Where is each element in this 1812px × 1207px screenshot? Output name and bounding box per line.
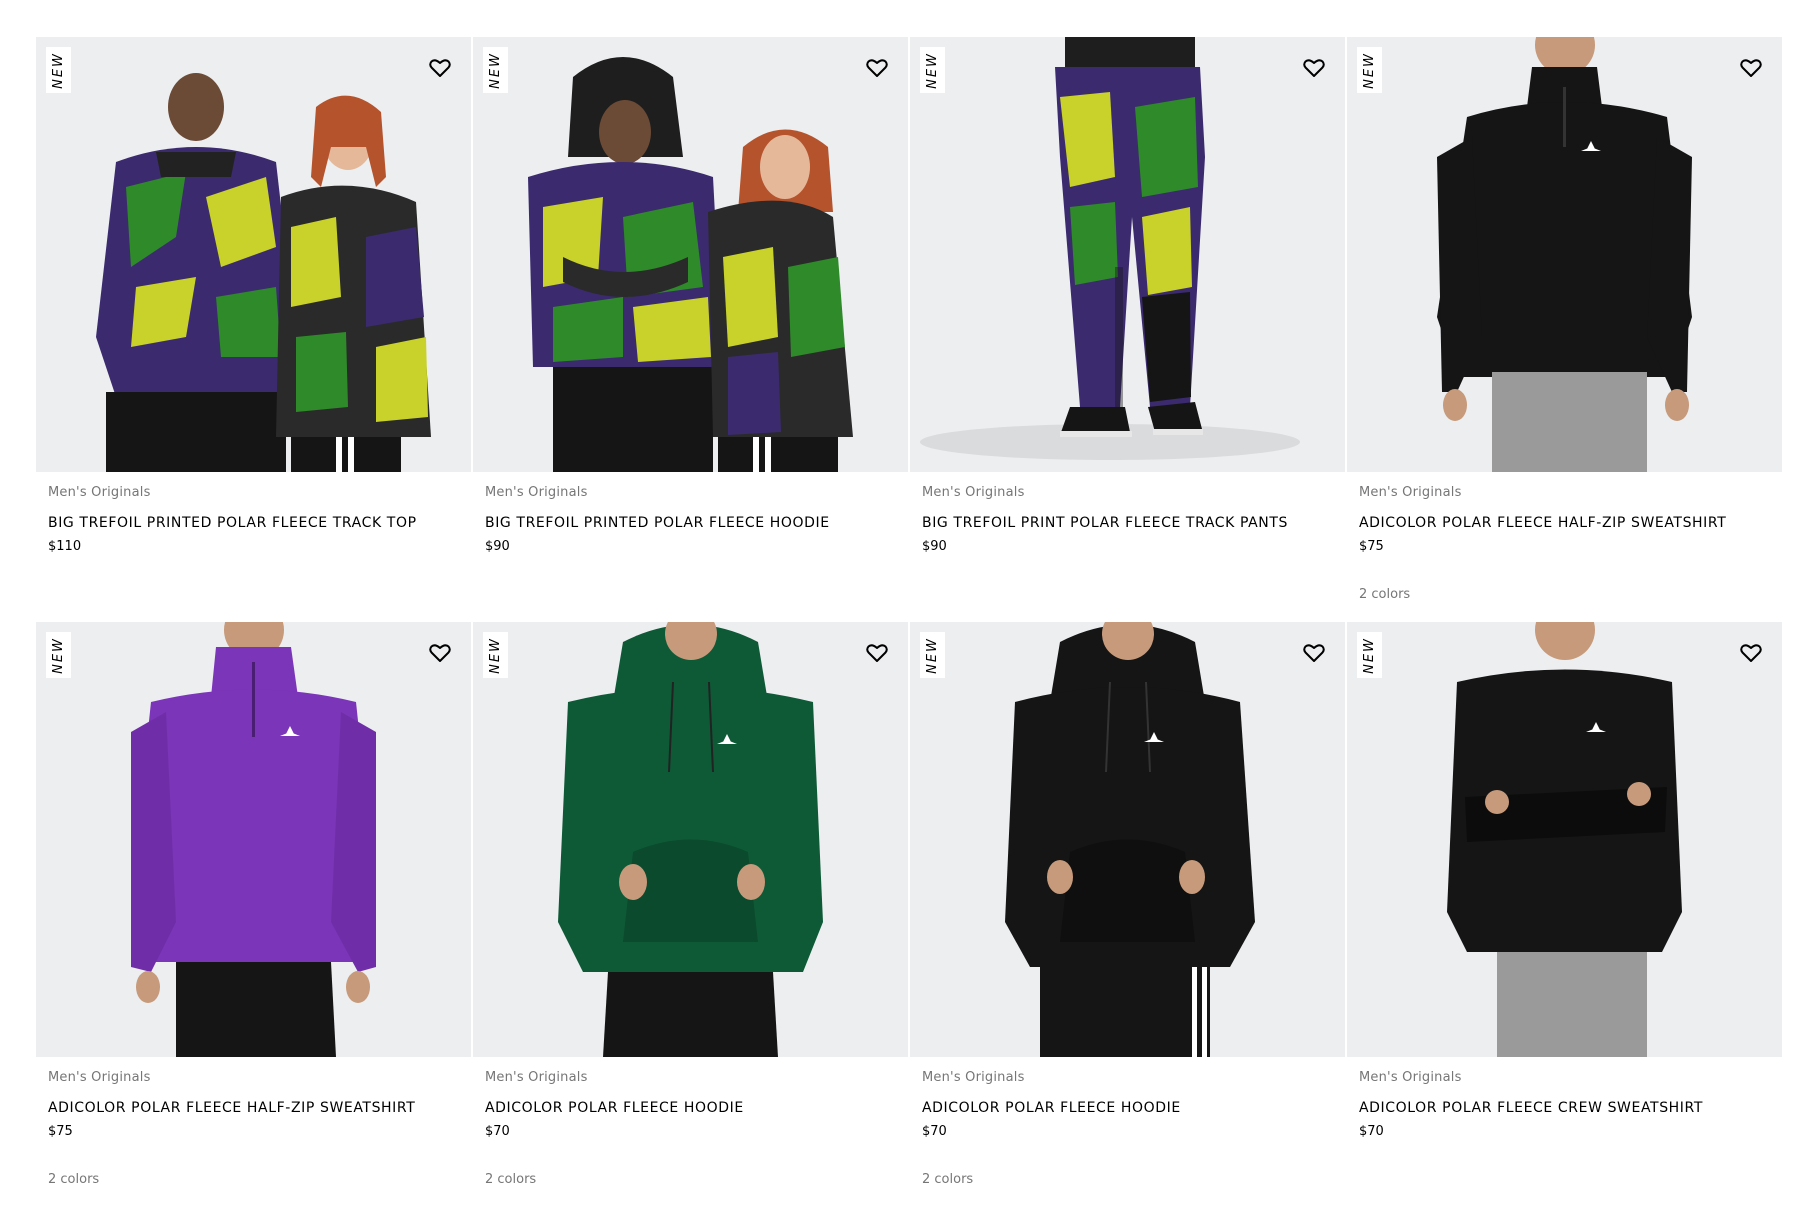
product-colors[interactable]: 2 colors	[485, 1171, 896, 1189]
product-name[interactable]: ADICOLOR POLAR FLEECE HALF-ZIP SWEATSHIR…	[48, 1099, 459, 1117]
product-price: $70	[922, 1124, 947, 1139]
heart-outline-icon	[1303, 59, 1325, 77]
product-category: Men's Originals	[48, 485, 151, 500]
product-info: Men's Originals BIG TREFOIL PRINT POLAR …	[910, 472, 1345, 604]
product-colors[interactable]: 2 colors	[48, 1171, 459, 1189]
product-colors[interactable]: 2 colors	[922, 1171, 1333, 1189]
product-price: $70	[485, 1124, 510, 1139]
heart-outline-icon	[1740, 59, 1762, 77]
product-category: Men's Originals	[1359, 1070, 1462, 1085]
product-price: $110	[48, 539, 82, 554]
product-category: Men's Originals	[922, 485, 1025, 500]
product-card[interactable]: NEW Men's Originals ADICOLOR POLAR FLEEC…	[36, 622, 471, 1207]
product-name[interactable]: BIG TREFOIL PRINT POLAR FLEECE TRACK PAN…	[922, 514, 1333, 532]
product-category: Men's Originals	[1359, 485, 1462, 500]
new-badge: NEW	[1357, 632, 1382, 678]
new-badge: NEW	[1357, 47, 1382, 93]
product-name[interactable]: ADICOLOR POLAR FLEECE HALF-ZIP SWEATSHIR…	[1359, 514, 1770, 532]
product-price: $75	[1359, 539, 1384, 554]
product-photo-hoodie-green	[558, 622, 823, 1057]
product-info: Men's Originals ADICOLOR POLAR FLEECE HO…	[473, 1057, 908, 1189]
product-colors	[485, 586, 896, 604]
product-card[interactable]: NEW Men's Originals ADICOLOR POLAR FLEEC…	[1347, 37, 1782, 622]
product-category: Men's Originals	[485, 485, 588, 500]
product-photo-half-zip-black	[1437, 37, 1692, 472]
wishlist-button[interactable]	[427, 55, 453, 81]
product-price: $75	[48, 1124, 73, 1139]
product-name[interactable]: BIG TREFOIL PRINTED POLAR FLEECE HOODIE	[485, 514, 896, 532]
new-badge: NEW	[46, 632, 71, 678]
product-card[interactable]: NEW Men's Originals BIG TREFOIL PRINT PO…	[910, 37, 1345, 622]
product-card[interactable]: NEW Men's Originals BIG TREFOIL PRINTED …	[473, 37, 908, 622]
new-badge-label: NEW	[925, 51, 941, 89]
product-info: Men's Originals ADICOLOR POLAR FLEECE HO…	[910, 1057, 1345, 1189]
wishlist-button[interactable]	[1738, 640, 1764, 666]
heart-outline-icon	[1303, 644, 1325, 662]
product-info: Men's Originals BIG TREFOIL PRINTED POLA…	[473, 472, 908, 604]
product-name[interactable]: BIG TREFOIL PRINTED POLAR FLEECE TRACK T…	[48, 514, 459, 532]
product-price: $90	[922, 539, 947, 554]
product-info: Men's Originals ADICOLOR POLAR FLEECE HA…	[36, 1057, 471, 1189]
heart-outline-icon	[866, 644, 888, 662]
product-card[interactable]: NEW Men's Originals BIG TREFOIL PRINTED …	[36, 37, 471, 622]
product-colors	[922, 586, 1333, 604]
product-image[interactable]: NEW	[36, 37, 471, 472]
product-colors[interactable]: 2 colors	[1359, 586, 1770, 604]
heart-outline-icon	[866, 59, 888, 77]
product-name[interactable]: ADICOLOR POLAR FLEECE HOODIE	[922, 1099, 1333, 1117]
new-badge-label: NEW	[488, 636, 504, 674]
new-badge: NEW	[920, 632, 945, 678]
heart-outline-icon	[1740, 644, 1762, 662]
product-image[interactable]: NEW	[36, 622, 471, 1057]
product-grid: NEW Men's Originals BIG TREFOIL PRINTED …	[36, 37, 1782, 1207]
new-badge: NEW	[483, 632, 508, 678]
product-photo-half-zip-purple	[131, 622, 376, 1057]
product-image[interactable]: NEW	[1347, 622, 1782, 1057]
product-photo-crew-sweatshirt	[1447, 622, 1682, 1057]
wishlist-button[interactable]	[1738, 55, 1764, 81]
wishlist-button[interactable]	[864, 640, 890, 666]
new-badge-label: NEW	[925, 636, 941, 674]
new-badge: NEW	[46, 47, 71, 93]
new-badge-label: NEW	[1362, 51, 1378, 89]
product-image[interactable]: NEW	[473, 622, 908, 1057]
product-image[interactable]: NEW	[910, 37, 1345, 472]
product-price: $90	[485, 539, 510, 554]
product-name[interactable]: ADICOLOR POLAR FLEECE CREW SWEATSHIRT	[1359, 1099, 1770, 1117]
product-colors	[48, 586, 459, 604]
product-name[interactable]: ADICOLOR POLAR FLEECE HOODIE	[485, 1099, 896, 1117]
wishlist-button[interactable]	[864, 55, 890, 81]
product-photo-hoodie-camo	[528, 57, 853, 472]
product-colors	[1359, 1171, 1770, 1189]
product-photo-hoodie-black	[1005, 622, 1255, 1057]
new-badge-label: NEW	[51, 636, 67, 674]
product-category: Men's Originals	[922, 1070, 1025, 1085]
product-image[interactable]: NEW	[910, 622, 1345, 1057]
product-image[interactable]: NEW	[1347, 37, 1782, 472]
new-badge: NEW	[483, 47, 508, 93]
wishlist-button[interactable]	[427, 640, 453, 666]
product-photo-track-pants	[920, 37, 1300, 460]
heart-outline-icon	[429, 644, 451, 662]
heart-outline-icon	[429, 59, 451, 77]
product-card[interactable]: NEW Men's Originals ADICOLOR POLAR FLEEC…	[473, 622, 908, 1207]
product-info: Men's Originals ADICOLOR POLAR FLEECE HA…	[1347, 472, 1782, 604]
new-badge-label: NEW	[488, 51, 504, 89]
product-category: Men's Originals	[48, 1070, 151, 1085]
product-card[interactable]: NEW Men's Originals ADICOLOR POLAR FLEEC…	[1347, 622, 1782, 1207]
new-badge: NEW	[920, 47, 945, 93]
product-info: Men's Originals ADICOLOR POLAR FLEECE CR…	[1347, 1057, 1782, 1189]
product-category: Men's Originals	[485, 1070, 588, 1085]
wishlist-button[interactable]	[1301, 640, 1327, 666]
product-photo-track-top	[96, 73, 431, 472]
product-price: $70	[1359, 1124, 1384, 1139]
new-badge-label: NEW	[51, 51, 67, 89]
new-badge-label: NEW	[1362, 636, 1378, 674]
product-image[interactable]: NEW	[473, 37, 908, 472]
product-card[interactable]: NEW Men's Originals ADICOLOR POLAR FLEEC…	[910, 622, 1345, 1207]
wishlist-button[interactable]	[1301, 55, 1327, 81]
product-info: Men's Originals BIG TREFOIL PRINTED POLA…	[36, 472, 471, 604]
